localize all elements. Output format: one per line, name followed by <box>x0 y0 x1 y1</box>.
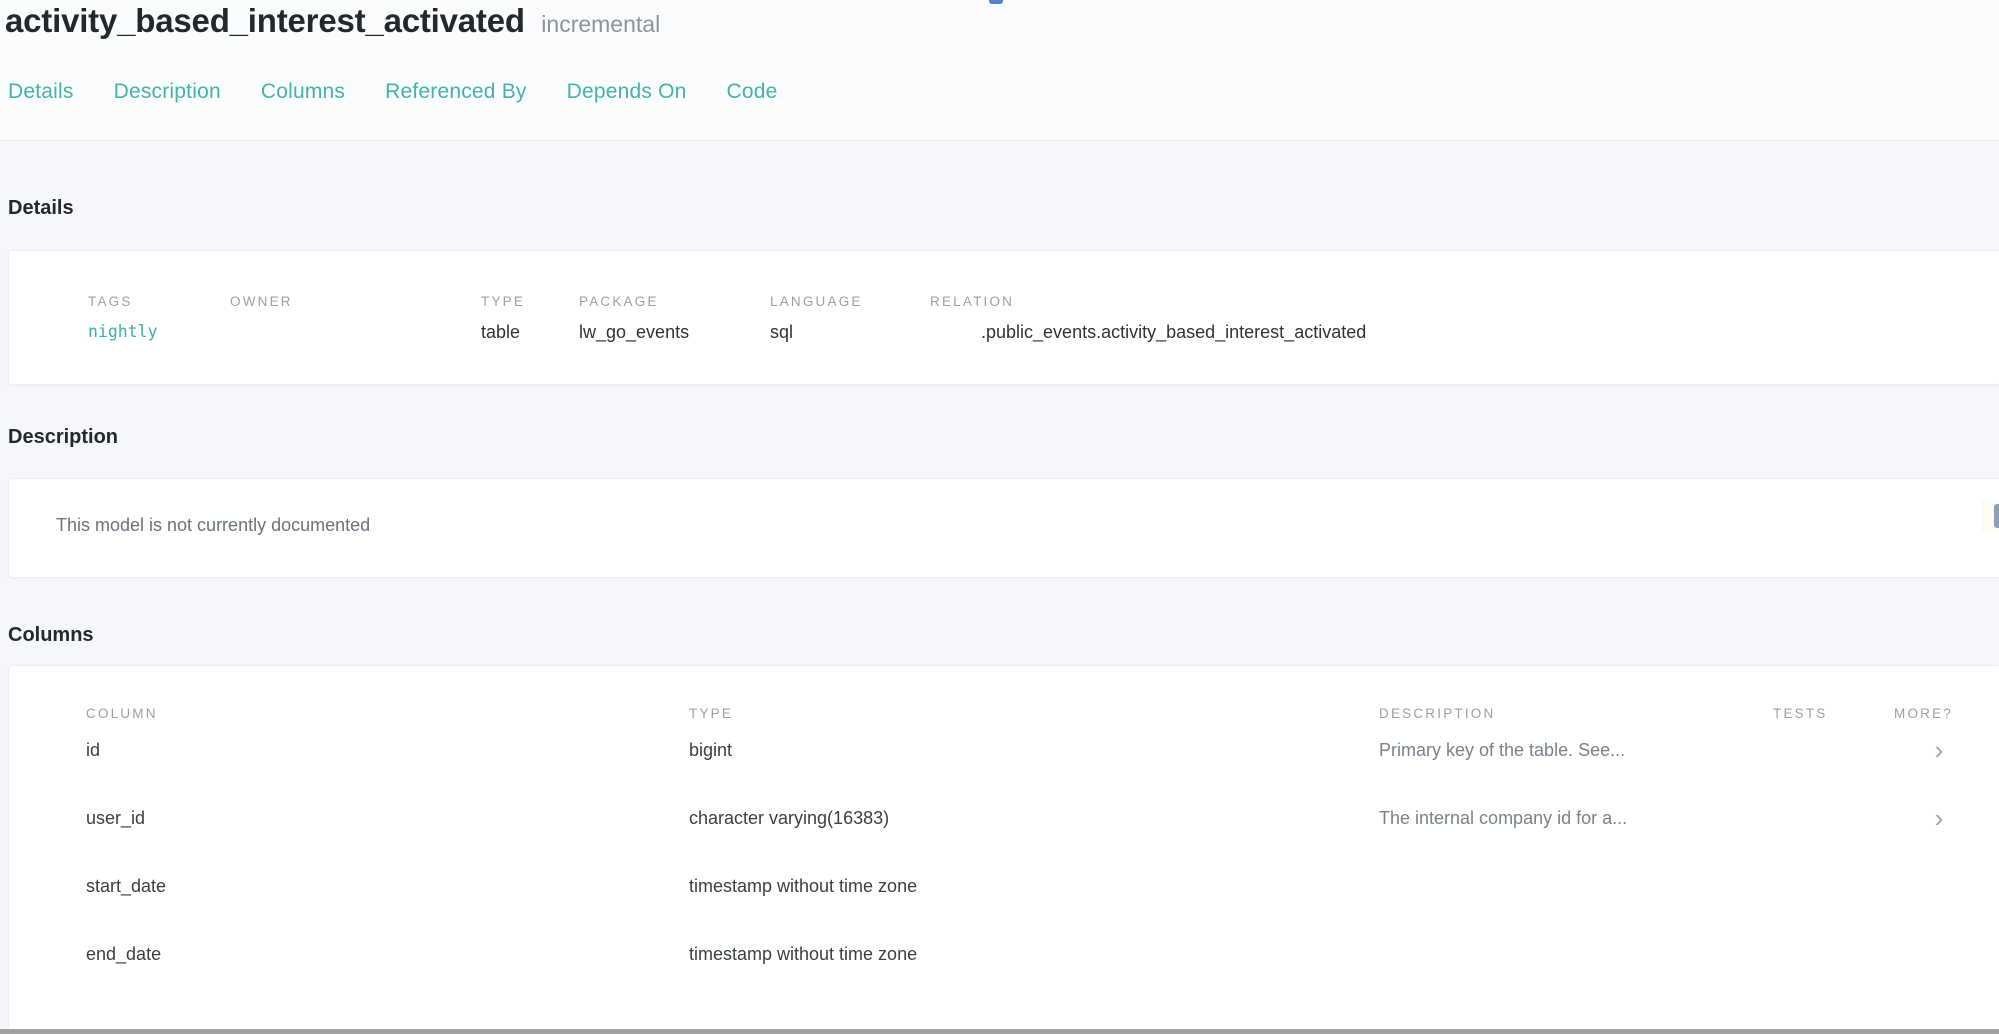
table-row[interactable]: user_id character varying(16383) The int… <box>9 784 1999 852</box>
table-row[interactable]: id bigint Primary key of the table. See.… <box>9 716 1999 784</box>
title-row: activity_based_interest_activated increm… <box>5 2 660 40</box>
description-card: This model is not currently documented <box>8 478 1999 578</box>
column-description-cell: Primary key of the table. See... <box>1379 740 1773 761</box>
column-header-description: DESCRIPTION <box>1379 706 1773 721</box>
column-name-cell: id <box>86 740 689 761</box>
tag-link[interactable]: nightly <box>88 320 230 344</box>
column-type-cell: bigint <box>689 740 1379 761</box>
edge-widget-fragment <box>1994 504 1999 528</box>
column-name-cell: start_date <box>86 876 689 897</box>
column-type-cell: timestamp without time zone <box>689 876 1379 897</box>
detail-field-owner: OWNER <box>230 293 481 344</box>
description-section-heading: Description <box>8 423 118 451</box>
detail-label: LANGUAGE <box>770 293 930 311</box>
page-title: activity_based_interest_activated <box>5 2 525 39</box>
tab-details[interactable]: Details <box>8 80 74 104</box>
column-header-tests: TESTS <box>1773 706 1894 721</box>
column-type-cell: timestamp without time zone <box>689 944 1379 965</box>
tab-referenced-by[interactable]: Referenced By <box>385 80 527 104</box>
detail-label: TAGS <box>88 293 230 311</box>
detail-field-tags: TAGS nightly <box>88 293 230 344</box>
detail-field-language: LANGUAGE sql <box>770 293 930 344</box>
detail-field-type: TYPE table <box>481 293 579 344</box>
table-row[interactable]: end_date timestamp without time zone <box>9 920 1999 988</box>
detail-field-relation: RELATION .public_events.activity_based_i… <box>930 293 1981 344</box>
column-name-cell: user_id <box>86 808 689 829</box>
detail-label: RELATION <box>930 293 1981 311</box>
columns-table-header: COLUMN TYPE DESCRIPTION TESTS MORE? <box>9 666 1999 716</box>
detail-value: sql <box>770 320 930 344</box>
top-edge-cutoff-element <box>989 0 1003 4</box>
column-header-more: MORE? <box>1894 706 1984 721</box>
details-section-heading: Details <box>8 194 74 222</box>
relation-value: .public_events.activity_based_interest_a… <box>981 320 1981 344</box>
details-grid: TAGS nightly OWNER TYPE table PACKAGE lw… <box>9 251 1999 344</box>
column-header-type: TYPE <box>689 706 1379 721</box>
detail-value: table <box>481 320 579 344</box>
bottom-window-edge <box>0 1029 1999 1034</box>
page-header: activity_based_interest_activated increm… <box>0 0 1999 141</box>
columns-section-heading: Columns <box>8 621 94 649</box>
tab-depends-on[interactable]: Depends On <box>567 80 687 104</box>
tab-description[interactable]: Description <box>114 80 221 104</box>
tab-columns[interactable]: Columns <box>261 80 345 104</box>
detail-value: lw_go_events <box>579 320 770 344</box>
detail-label: OWNER <box>230 293 481 311</box>
section-nav: Details Description Columns Referenced B… <box>8 80 778 104</box>
column-name-cell: end_date <box>86 944 689 965</box>
table-row[interactable]: start_date timestamp without time zone <box>9 852 1999 920</box>
column-description-cell: The internal company id for a... <box>1379 808 1773 829</box>
details-card: TAGS nightly OWNER TYPE table PACKAGE lw… <box>8 250 1999 385</box>
description-text: This model is not currently documented <box>9 479 1999 536</box>
tab-code[interactable]: Code <box>727 80 778 104</box>
columns-card: COLUMN TYPE DESCRIPTION TESTS MORE? id b… <box>8 665 1999 1034</box>
chevron-right-icon[interactable]: › <box>1894 805 1984 831</box>
detail-label: TYPE <box>481 293 579 311</box>
dbt-docs-model-page: activity_based_interest_activated increm… <box>0 0 1999 1034</box>
detail-field-package: PACKAGE lw_go_events <box>579 293 770 344</box>
detail-label: PACKAGE <box>579 293 770 311</box>
chevron-right-icon[interactable]: › <box>1894 737 1984 763</box>
column-type-cell: character varying(16383) <box>689 808 1379 829</box>
materialization-badge: incremental <box>541 11 660 37</box>
column-header-column: COLUMN <box>86 706 689 721</box>
